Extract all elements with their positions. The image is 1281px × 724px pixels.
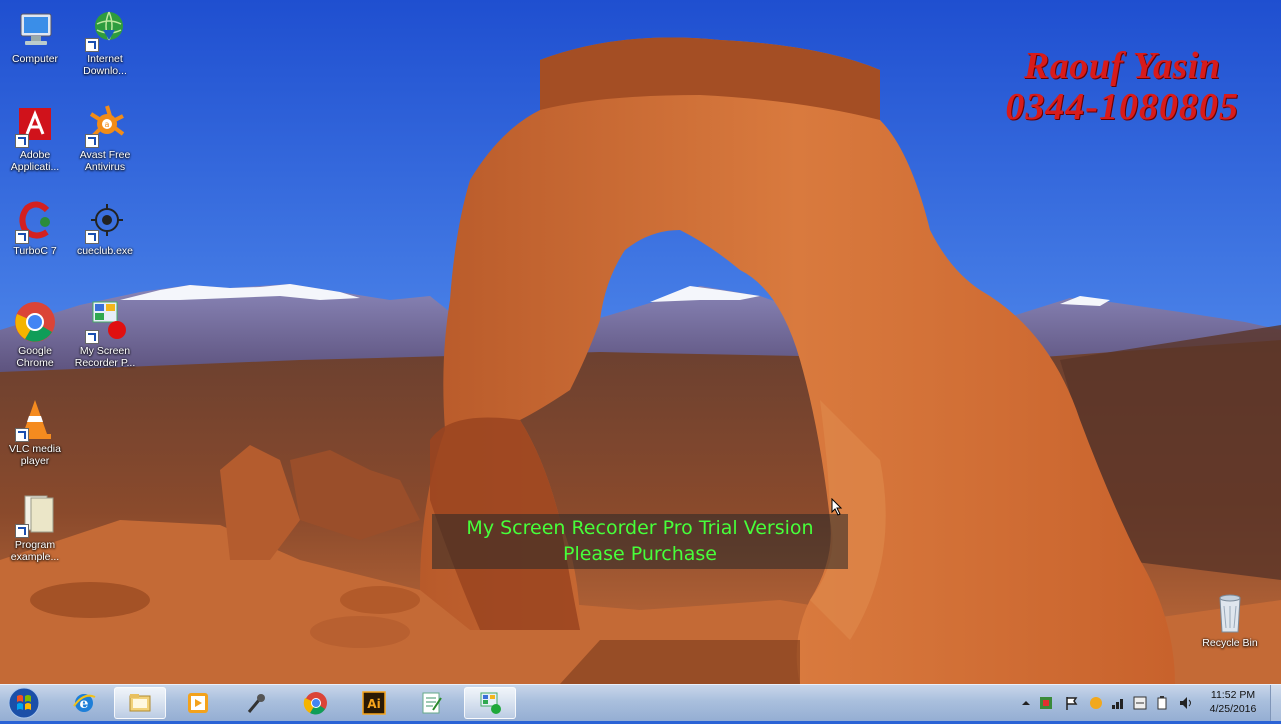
icon-label: TurboC 7 xyxy=(13,245,57,257)
network-app-tray-icon[interactable] xyxy=(1038,695,1054,711)
shortcut-arrow-icon xyxy=(15,524,29,538)
icon-label: My Screen Recorder P... xyxy=(74,345,136,369)
shortcut-arrow-icon xyxy=(15,134,29,148)
illustrator-icon: Ai xyxy=(362,691,386,715)
taskbar-media-player[interactable] xyxy=(172,687,224,719)
app-tray-icon[interactable] xyxy=(1088,695,1104,711)
icon-label: VLC media player xyxy=(9,443,61,467)
icon-label: Program example... xyxy=(10,539,60,563)
icon-label: cueclub.exe xyxy=(76,245,134,257)
app-manager-tray-icon[interactable] xyxy=(1132,695,1148,711)
watermark-name: Raouf Yasin xyxy=(1023,45,1221,87)
taskbar-microphone-app[interactable] xyxy=(230,687,282,719)
desktop: Computer Internet Downlo... Adobe Applic… xyxy=(0,0,1281,684)
google-chrome-shortcut[interactable]: Google Chrome xyxy=(1,300,69,369)
watermark-phone: 0344-1080805 xyxy=(1005,86,1239,128)
shortcut-arrow-icon xyxy=(85,330,99,344)
computer-icon xyxy=(20,13,52,45)
icon-label: Recycle Bin xyxy=(1202,637,1258,649)
internet-download-manager-shortcut[interactable]: Internet Downlo... xyxy=(71,8,139,77)
system-tray xyxy=(1018,685,1208,721)
adobe-application-shortcut[interactable]: Adobe Applicati... xyxy=(1,104,69,173)
notepad-icon xyxy=(422,692,442,714)
svg-text:a: a xyxy=(105,120,110,129)
taskbar-internet-explorer[interactable]: e xyxy=(58,687,110,719)
computer-shortcut[interactable]: Computer xyxy=(1,8,69,65)
ie-icon: e xyxy=(73,694,96,712)
taskbar-adobe-illustrator[interactable]: Ai xyxy=(348,687,400,719)
recycle-bin-icon xyxy=(1219,594,1241,633)
action-center-flag-icon[interactable] xyxy=(1064,695,1080,711)
media-player-icon xyxy=(188,693,208,713)
icon-label: Avast Free Antivirus xyxy=(79,149,131,173)
my-screen-recorder-shortcut[interactable]: My Screen Recorder P... xyxy=(71,300,139,369)
icon-label: Adobe Applicati... xyxy=(10,149,60,173)
folder-icon xyxy=(129,694,151,712)
show-desktop-button[interactable] xyxy=(1270,685,1281,721)
taskbar-google-chrome[interactable] xyxy=(290,687,342,719)
illustrator-icon-text: Ai xyxy=(367,697,380,711)
taskbar-windows-explorer[interactable] xyxy=(114,687,166,719)
shortcut-arrow-icon xyxy=(85,134,99,148)
shortcut-arrow-icon xyxy=(15,230,29,244)
program-examples-shortcut[interactable]: Program example... xyxy=(1,494,69,563)
volume-speaker-icon[interactable] xyxy=(1178,695,1194,711)
power-tray-icon[interactable] xyxy=(1154,695,1170,711)
chrome-icon xyxy=(303,692,327,715)
shortcut-arrow-icon xyxy=(85,230,99,244)
cue-club-shortcut[interactable]: cueclub.exe xyxy=(71,200,139,257)
turbo-c-shortcut[interactable]: TurboC 7 xyxy=(1,200,69,257)
clock-date: 4/25/2016 xyxy=(1209,703,1257,715)
clock-time: 11:52 PM xyxy=(1210,689,1256,701)
start-button[interactable] xyxy=(4,686,44,720)
trial-banner-line2: Please Purchase xyxy=(563,543,717,565)
screen-recorder-icon xyxy=(480,692,501,714)
icon-label: Internet Downlo... xyxy=(83,53,127,77)
taskbar-notepad-app[interactable] xyxy=(406,687,458,719)
taskbar-clock[interactable]: 11:52 PM 4/25/2016 xyxy=(1202,688,1264,716)
trial-banner-line1: My Screen Recorder Pro Trial Version xyxy=(466,517,814,539)
trial-version-banner: My Screen Recorder Pro Trial Version Ple… xyxy=(432,514,848,569)
microphone-icon xyxy=(247,694,265,713)
taskbar: e Ai 11:52 PM 4/25/2016 xyxy=(0,684,1281,721)
recycle-bin-shortcut[interactable]: Recycle Bin xyxy=(1196,592,1264,649)
icon-label: Google Chrome xyxy=(16,345,54,369)
icon-label: Computer xyxy=(11,53,59,65)
shortcut-arrow-icon xyxy=(15,428,29,442)
avast-free-antivirus-shortcut[interactable]: a Avast Free Antivirus xyxy=(71,104,139,173)
windows-start-orb-icon xyxy=(8,687,40,719)
vlc-media-player-shortcut[interactable]: VLC media player xyxy=(1,398,69,467)
network-status-icon[interactable] xyxy=(1110,695,1126,711)
taskbar-my-screen-recorder[interactable] xyxy=(464,687,516,719)
show-hidden-icons-chevron-icon[interactable] xyxy=(1018,695,1034,711)
watermark-text: Raouf Yasin 0344-1080805 xyxy=(1005,46,1239,128)
chrome-icon xyxy=(15,302,55,342)
shortcut-arrow-icon xyxy=(85,38,99,52)
mouse-cursor-icon xyxy=(831,498,843,516)
